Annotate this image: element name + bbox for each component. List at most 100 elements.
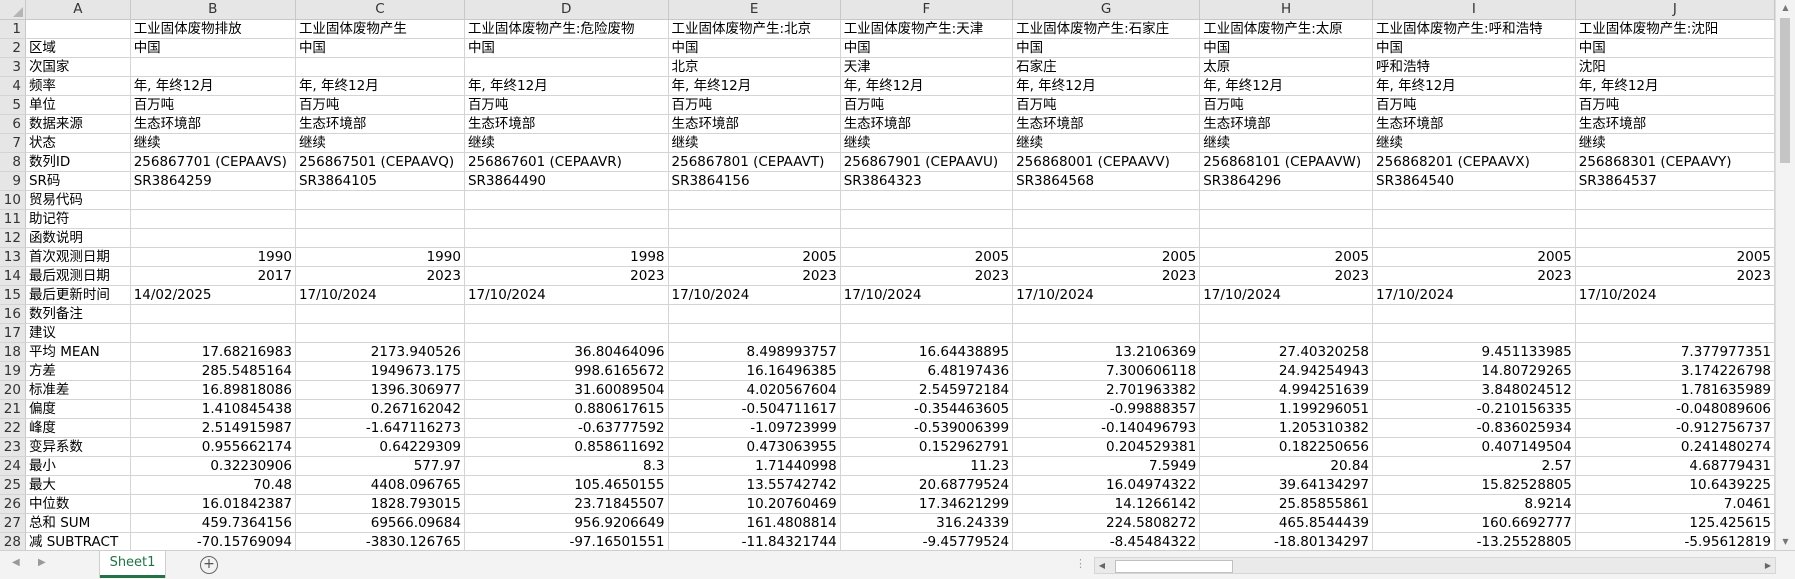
cell-a9[interactable]: SR码 [25, 171, 131, 191]
cell-e12[interactable] [668, 228, 841, 248]
cell-i20[interactable]: 3.848024512 [1372, 380, 1576, 400]
cell-i22[interactable]: -0.836025934 [1372, 418, 1576, 438]
cell-h9[interactable]: SR3864296 [1199, 171, 1374, 191]
cell-j17[interactable] [1575, 323, 1775, 343]
cell-h27[interactable]: 465.8544439 [1199, 513, 1374, 533]
cell-b5[interactable]: 百万吨 [130, 95, 296, 115]
cell-i9[interactable]: SR3864540 [1372, 171, 1576, 191]
cell-a24[interactable]: 最小 [25, 456, 131, 476]
cell-g28[interactable]: -8.45484322 [1012, 532, 1201, 550]
cell-a19[interactable]: 方差 [25, 361, 131, 381]
cell-j19[interactable]: 3.174226798 [1575, 361, 1775, 381]
row-header[interactable]: 28 [0, 532, 26, 550]
cell-f21[interactable]: -0.354463605 [840, 399, 1014, 419]
cell-j10[interactable] [1575, 190, 1775, 210]
cell-h28[interactable]: -18.80134297 [1199, 532, 1374, 550]
cell-f26[interactable]: 17.34621299 [840, 494, 1014, 514]
cell-e21[interactable]: -0.504711617 [668, 399, 841, 419]
cell-b15[interactable]: 14/02/2025 [130, 285, 296, 305]
cell-b13[interactable]: 1990 [130, 247, 296, 267]
cell-b11[interactable] [130, 209, 296, 229]
cell-j12[interactable] [1575, 228, 1775, 248]
cell-i12[interactable] [1372, 228, 1576, 248]
cell-e16[interactable] [668, 304, 841, 324]
cell-f22[interactable]: -0.539006399 [840, 418, 1014, 438]
cell-c7[interactable]: 继续 [295, 133, 465, 153]
cell-g19[interactable]: 7.300606118 [1012, 361, 1201, 381]
cell-e22[interactable]: -1.09723999 [668, 418, 841, 438]
cell-d18[interactable]: 36.80464096 [464, 342, 669, 362]
cell-a4[interactable]: 频率 [25, 76, 131, 96]
row-header[interactable]: 25 [0, 475, 26, 495]
row-header[interactable]: 18 [0, 342, 26, 362]
cell-f28[interactable]: -9.45779524 [840, 532, 1014, 550]
cell-d6[interactable]: 生态环境部 [464, 114, 669, 134]
cell-g25[interactable]: 16.04974322 [1012, 475, 1201, 495]
cell-g21[interactable]: -0.99888357 [1012, 399, 1201, 419]
cell-j9[interactable]: SR3864537 [1575, 171, 1775, 191]
cell-h19[interactable]: 24.94254943 [1199, 361, 1374, 381]
row-header[interactable]: 16 [0, 304, 26, 324]
cell-h15[interactable]: 17/10/2024 [1199, 285, 1374, 305]
cell-c25[interactable]: 4408.096765 [295, 475, 465, 495]
cell-c8[interactable]: 256867501 (CEPAAVQ) [295, 152, 465, 172]
cell-g24[interactable]: 7.5949 [1012, 456, 1201, 476]
row-header[interactable]: 10 [0, 190, 26, 210]
row-header[interactable]: 20 [0, 380, 26, 400]
cell-e18[interactable]: 8.498993757 [668, 342, 841, 362]
cell-c16[interactable] [295, 304, 465, 324]
cell-a8[interactable]: 数列ID [25, 152, 131, 172]
cell-e4[interactable]: 年, 年终12月 [668, 76, 841, 96]
cell-e11[interactable] [668, 209, 841, 229]
cell-d14[interactable]: 2023 [464, 266, 669, 286]
cell-h7[interactable]: 继续 [1199, 133, 1374, 153]
cell-j8[interactable]: 256868301 (CEPAAVY) [1575, 152, 1775, 172]
cell-f23[interactable]: 0.152962791 [840, 437, 1014, 457]
cell-i6[interactable]: 生态环境部 [1372, 114, 1576, 134]
row-header[interactable]: 13 [0, 247, 26, 267]
cell-e13[interactable]: 2005 [668, 247, 841, 267]
cell-f10[interactable] [840, 190, 1014, 210]
sheet-tab-sheet1[interactable]: Sheet1 [100, 551, 165, 578]
cell-e26[interactable]: 10.20760469 [668, 494, 841, 514]
cell-e1[interactable]: 工业固体废物产生:北京 [668, 19, 841, 39]
cell-i18[interactable]: 9.451133985 [1372, 342, 1576, 362]
select-all-corner[interactable] [0, 0, 26, 20]
cell-i24[interactable]: 2.57 [1372, 456, 1576, 476]
row-header[interactable]: 3 [0, 57, 26, 77]
cell-e24[interactable]: 1.71440998 [668, 456, 841, 476]
cell-i21[interactable]: -0.210156335 [1372, 399, 1576, 419]
cell-b19[interactable]: 285.5485164 [130, 361, 296, 381]
cell-g22[interactable]: -0.140496793 [1012, 418, 1201, 438]
cell-f18[interactable]: 16.64438895 [840, 342, 1014, 362]
cell-h5[interactable]: 百万吨 [1199, 95, 1374, 115]
row-header[interactable]: 22 [0, 418, 26, 438]
column-header-g[interactable]: G [1012, 0, 1201, 20]
cell-g4[interactable]: 年, 年终12月 [1012, 76, 1201, 96]
cell-e15[interactable]: 17/10/2024 [668, 285, 841, 305]
cell-b20[interactable]: 16.89818086 [130, 380, 296, 400]
cell-c10[interactable] [295, 190, 465, 210]
cell-c26[interactable]: 1828.793015 [295, 494, 465, 514]
cell-c13[interactable]: 1990 [295, 247, 465, 267]
cell-h26[interactable]: 25.85855861 [1199, 494, 1374, 514]
cell-f5[interactable]: 百万吨 [840, 95, 1014, 115]
cell-c5[interactable]: 百万吨 [295, 95, 465, 115]
cell-j13[interactable]: 2005 [1575, 247, 1775, 267]
cell-c27[interactable]: 69566.09684 [295, 513, 465, 533]
cell-e9[interactable]: SR3864156 [668, 171, 841, 191]
cell-j22[interactable]: -0.912756737 [1575, 418, 1775, 438]
cell-d25[interactable]: 105.4650155 [464, 475, 669, 495]
cell-b21[interactable]: 1.410845438 [130, 399, 296, 419]
cell-g27[interactable]: 224.5808272 [1012, 513, 1201, 533]
cell-c6[interactable]: 生态环境部 [295, 114, 465, 134]
cell-h8[interactable]: 256868101 (CEPAAVW) [1199, 152, 1374, 172]
cell-c18[interactable]: 2173.940526 [295, 342, 465, 362]
row-header[interactable]: 14 [0, 266, 26, 286]
column-header-i[interactable]: I [1372, 0, 1576, 20]
row-header[interactable]: 11 [0, 209, 26, 229]
cell-e6[interactable]: 生态环境部 [668, 114, 841, 134]
cell-i8[interactable]: 256868201 (CEPAAVX) [1372, 152, 1576, 172]
cell-g9[interactable]: SR3864568 [1012, 171, 1201, 191]
cell-b6[interactable]: 生态环境部 [130, 114, 296, 134]
